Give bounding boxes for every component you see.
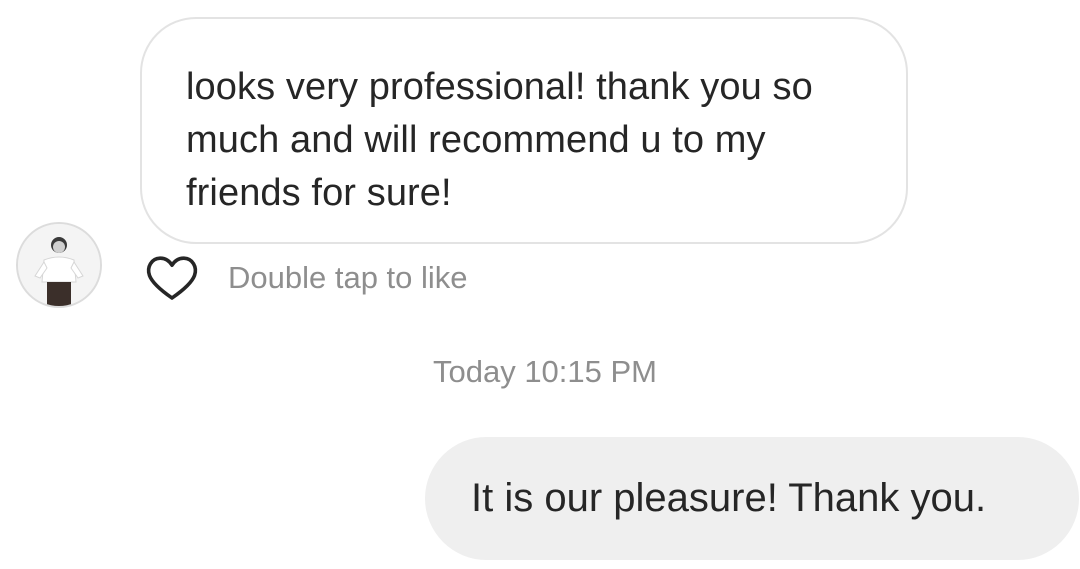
chat-thread: looks very professional! thank you so mu… [0, 0, 1080, 569]
received-message-text: looks very professional! thank you so mu… [186, 66, 813, 214]
sent-message-text: It is our pleasure! Thank you. [471, 476, 987, 520]
message-timestamp: Today 10:15 PM [432, 354, 658, 389]
received-message-bubble[interactable]: looks very professional! thank you so mu… [140, 17, 908, 244]
heart-outline-icon[interactable] [144, 252, 200, 304]
avatar-photo [18, 224, 100, 306]
sent-message-bubble[interactable]: It is our pleasure! Thank you. [425, 437, 1079, 560]
like-row: Double tap to like [144, 252, 468, 304]
double-tap-hint: Double tap to like [228, 260, 468, 295]
avatar[interactable] [16, 222, 102, 308]
